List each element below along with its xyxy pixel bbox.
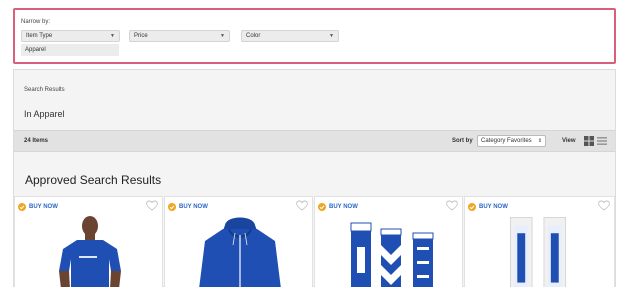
grid-view-icon[interactable] xyxy=(584,136,594,146)
selected-filter-apparel[interactable]: Apparel xyxy=(21,44,119,56)
tshirt-model-image xyxy=(59,216,121,287)
product-card[interactable]: BUY NOW xyxy=(314,196,463,287)
product-card[interactable]: BUY NOW xyxy=(464,196,615,287)
chevron-down-icon: ▼ xyxy=(220,33,225,39)
packaged-socks-image xyxy=(509,217,567,287)
heart-icon[interactable] xyxy=(598,200,610,211)
price-dropdown[interactable]: Price ▼ xyxy=(129,30,230,42)
item-type-dropdown[interactable]: Item Type ▼ xyxy=(21,30,120,42)
chevron-down-icon: ▼ xyxy=(329,33,334,39)
check-circle-icon xyxy=(18,203,26,211)
buy-now-label: BUY NOW xyxy=(329,204,358,210)
product-card[interactable]: BUY NOW xyxy=(14,196,163,287)
items-count: 24 Items xyxy=(24,138,49,144)
buy-now-badge[interactable]: BUY NOW xyxy=(468,203,508,211)
color-dropdown[interactable]: Color ▼ xyxy=(241,30,339,42)
price-label: Price xyxy=(134,33,148,39)
buy-now-badge[interactable]: BUY NOW xyxy=(168,203,208,211)
view-label: View xyxy=(562,138,576,144)
heart-icon[interactable] xyxy=(296,200,308,211)
narrow-by-panel: Narrow by: Item Type ▼ Price ▼ Color ▼ A… xyxy=(13,8,616,64)
product-card[interactable]: BUY NOW xyxy=(164,196,313,287)
buy-now-label: BUY NOW xyxy=(179,204,208,210)
search-results-label: Search Results xyxy=(24,87,65,93)
buy-now-badge[interactable]: BUY NOW xyxy=(318,203,358,211)
hoodie-image xyxy=(199,217,281,287)
sort-arrows-icon: ⇕ xyxy=(537,138,542,144)
heart-icon[interactable] xyxy=(446,200,458,211)
check-circle-icon xyxy=(318,203,326,211)
chevron-down-icon: ▼ xyxy=(110,33,115,39)
results-toolbar: 24 Items Sort by Category Favorites ⇕ Vi… xyxy=(14,130,615,152)
approved-results-title: Approved Search Results xyxy=(25,173,162,187)
approved-section-header: Approved Search Results xyxy=(14,152,615,196)
check-circle-icon xyxy=(168,203,176,211)
sort-value: Category Favorites xyxy=(481,138,532,144)
color-label: Color xyxy=(246,33,261,39)
category-heading: In Apparel xyxy=(24,109,65,119)
buy-now-label: BUY NOW xyxy=(29,204,58,210)
check-circle-icon xyxy=(468,203,476,211)
heart-icon[interactable] xyxy=(146,200,158,211)
sort-by-label: Sort by xyxy=(452,138,473,144)
product-grid: BUY NOW BUY NOW BUY NOW BUY NOW xyxy=(14,196,615,287)
socks-image xyxy=(350,222,434,287)
buy-now-badge[interactable]: BUY NOW xyxy=(18,203,58,211)
item-type-label: Item Type xyxy=(26,33,53,39)
search-results-panel: Search Results In Apparel 24 Items Sort … xyxy=(13,69,616,287)
sort-select[interactable]: Category Favorites ⇕ xyxy=(477,135,546,147)
buy-now-label: BUY NOW xyxy=(479,204,508,210)
narrow-by-label: Narrow by: xyxy=(21,19,51,25)
list-view-icon[interactable] xyxy=(597,136,607,146)
